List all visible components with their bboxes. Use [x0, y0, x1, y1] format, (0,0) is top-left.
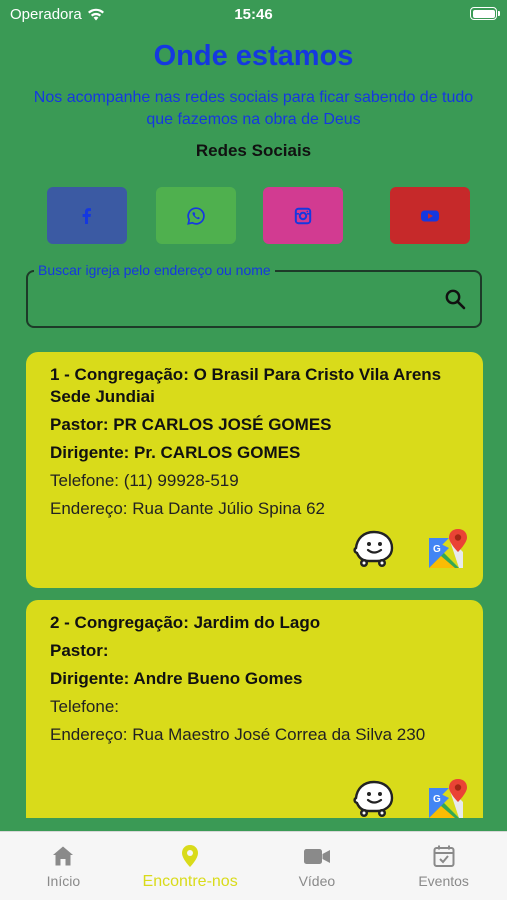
status-bar: Operadora 15:46 — [0, 0, 507, 30]
tab-label: Início — [46, 873, 81, 889]
search-button[interactable] — [442, 286, 468, 312]
location-pin-icon — [182, 845, 199, 867]
youtube-button[interactable] — [390, 187, 470, 244]
facebook-icon — [82, 207, 91, 224]
church-address: Endereço: Rua Maestro José Correa da Sil… — [50, 725, 426, 744]
tab-inicio[interactable]: Início — [0, 832, 127, 900]
waze-icon[interactable] — [351, 529, 397, 569]
social-section-title: Redes Sociais — [195, 141, 312, 160]
tab-label: Eventos — [418, 873, 469, 889]
facebook-button[interactable] — [47, 187, 127, 244]
instagram-button[interactable] — [263, 187, 343, 244]
search-icon — [445, 289, 466, 310]
svg-text:G: G — [433, 544, 441, 555]
battery-icon — [470, 7, 500, 20]
church-name: 1 - Congregação: O Brasil Para Cristo Vi… — [50, 365, 442, 406]
church-name: 2 - Congregação: Jardim do Lago — [50, 613, 321, 632]
page-subtitle: Nos acompanhe nas redes sociais para fic… — [33, 89, 474, 128]
church-card: 2 - Congregação: Jardim do Lago Pastor: … — [26, 600, 483, 818]
home-icon — [53, 846, 74, 866]
church-pastor: Pastor: — [50, 641, 109, 660]
page-title: Onde estamos — [153, 40, 354, 72]
church-phone: Telefone: — [50, 697, 119, 716]
church-card: 1 - Congregação: O Brasil Para Cristo Vi… — [26, 352, 483, 588]
search-input[interactable] — [40, 286, 430, 312]
tab-eventos[interactable]: Eventos — [380, 832, 507, 900]
search-field — [26, 270, 482, 328]
tab-label: Encontre-nos — [142, 873, 238, 890]
calendar-icon — [433, 845, 455, 867]
instagram-icon — [294, 207, 312, 224]
church-leader: Dirigente: Andre Bueno Gomes — [50, 669, 303, 688]
video-camera-icon — [303, 849, 330, 864]
youtube-icon — [421, 210, 439, 221]
church-address: Endereço: Rua Dante Júlio Spina 62 — [50, 499, 326, 518]
whatsapp-icon — [187, 206, 205, 225]
google-maps-icon[interactable]: G — [427, 528, 469, 570]
google-maps-icon[interactable]: G — [427, 778, 469, 818]
church-phone: Telefone: (11) 99928-519 — [50, 471, 239, 490]
waze-icon[interactable] — [351, 779, 397, 818]
tab-encontre-nos[interactable]: Encontre-nos — [127, 832, 254, 900]
search-label: Buscar igreja pelo endereço ou nome — [34, 262, 275, 278]
church-leader: Dirigente: Pr. CARLOS GOMES — [50, 443, 301, 462]
tab-video[interactable]: Vídeo — [254, 832, 381, 900]
whatsapp-button[interactable] — [156, 187, 236, 244]
church-list[interactable]: 1 - Congregação: O Brasil Para Cristo Vi… — [26, 352, 483, 818]
tab-label: Vídeo — [298, 873, 336, 889]
tab-bar: Início Encontre-nos Vídeo Eventos — [0, 831, 507, 900]
svg-text:G: G — [433, 794, 441, 805]
clock: 15:46 — [234, 6, 273, 23]
church-pastor: Pastor: PR CARLOS JOSÉ GOMES — [50, 415, 332, 434]
